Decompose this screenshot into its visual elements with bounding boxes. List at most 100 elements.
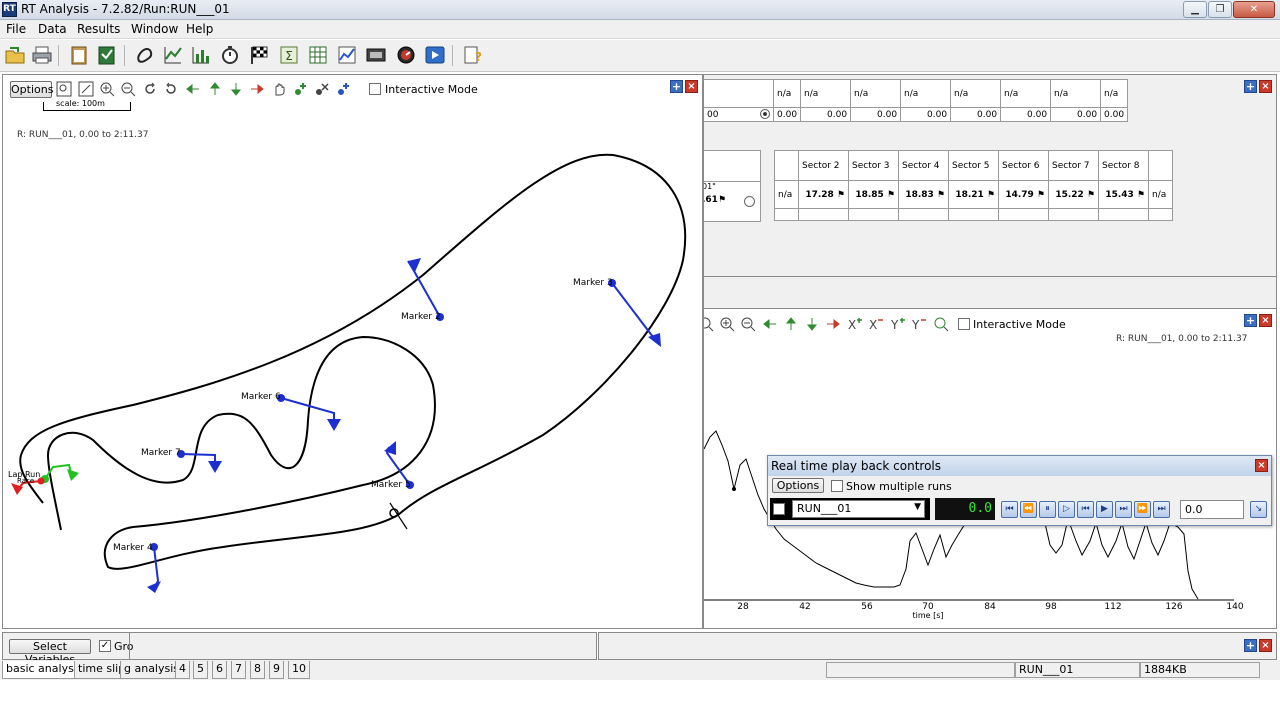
start-finish-marker[interactable]: Lap Run Race — [8, 463, 79, 495]
marker-3[interactable]: Marker 3 — [573, 278, 661, 347]
status-cell-empty — [826, 662, 1015, 678]
menu-window[interactable]: Window — [131, 22, 178, 36]
menu-file[interactable]: File — [6, 22, 26, 36]
pause-icon[interactable]: ⏸ — [1039, 501, 1056, 518]
skip-end-icon[interactable]: ⏭ — [1153, 501, 1170, 518]
best-lap-partial: .61 — [703, 195, 718, 205]
sector-radio[interactable] — [744, 196, 755, 207]
table-cell: 0.00 — [1050, 107, 1102, 122]
panel-gap — [703, 277, 1277, 308]
maximize-button[interactable]: ❐ — [1208, 1, 1232, 18]
tab-10[interactable]: 10 — [288, 661, 310, 679]
lap-radio[interactable] — [760, 109, 770, 119]
fast-forward-icon[interactable]: ⏩ — [1134, 501, 1151, 518]
help-icon[interactable]: ? — [461, 44, 483, 66]
menu-help[interactable]: Help — [186, 22, 213, 36]
sector-time: 15.22 ⚑ — [1048, 180, 1099, 209]
rewind-icon[interactable]: ⏪ — [1020, 501, 1037, 518]
toolbar-separator — [452, 45, 453, 66]
title-bar: RT RT Analysis - 7.2.82/Run:RUN___01 ▁ ❐… — [0, 0, 1280, 20]
close-dialog-icon[interactable]: × — [1255, 459, 1268, 472]
svg-text:?: ? — [475, 50, 482, 64]
toolbar-separator — [124, 45, 125, 66]
expand-icon[interactable]: + — [1244, 639, 1257, 652]
marker-6[interactable]: Marker 6 — [241, 392, 341, 431]
marker-2-label: Marker 2 — [401, 312, 441, 322]
row-first-value: 00 — [707, 109, 719, 120]
next-marker-icon[interactable]: ⏭ — [1115, 501, 1132, 518]
video-icon[interactable] — [365, 44, 387, 66]
table-cell: n/a — [800, 79, 852, 108]
step-forward-icon[interactable]: ▷ — [1058, 501, 1075, 518]
track-map-icon[interactable] — [134, 44, 156, 66]
table-cell: 00 — [704, 107, 774, 122]
run-quote: 01" — [703, 182, 716, 191]
table-cell: 0.00 — [800, 107, 852, 122]
app-icon: RT — [2, 2, 17, 17]
tab-7[interactable]: 7 — [231, 661, 246, 679]
export-icon[interactable] — [96, 44, 118, 66]
expand-icon[interactable]: + — [1244, 80, 1257, 93]
gro-label: Gro — [114, 640, 134, 653]
tab-5[interactable]: 5 — [193, 661, 208, 679]
playback-speed-input[interactable]: 0.0 — [1180, 500, 1244, 519]
sigma-icon[interactable]: Σ — [278, 44, 300, 66]
chevron-down-icon: ▼ — [914, 502, 921, 512]
window-title: RT Analysis - 7.2.82/Run:RUN___01 — [21, 2, 230, 16]
bar-graph-icon[interactable] — [190, 44, 212, 66]
x-tick-label: 126 — [1165, 602, 1182, 612]
close-panel-icon[interactable]: × — [1259, 639, 1272, 652]
minimize-button[interactable]: ▁ — [1183, 1, 1207, 18]
skip-start-icon[interactable]: ⏮ — [1001, 501, 1018, 518]
menu-data[interactable]: Data — [38, 22, 67, 36]
menu-results[interactable]: Results — [77, 22, 120, 36]
run-enable-checkbox[interactable] — [773, 503, 785, 515]
x-tick-label: 56 — [861, 602, 873, 612]
prev-marker-icon[interactable]: ⏮ — [1077, 501, 1094, 518]
run-select[interactable]: RUN___01 ▼ — [792, 500, 925, 518]
print-icon[interactable] — [31, 44, 53, 66]
open-folder-icon[interactable] — [4, 44, 26, 66]
clipboard-icon[interactable] — [68, 44, 90, 66]
stopwatch-icon[interactable] — [219, 44, 241, 66]
tab-9[interactable]: 9 — [269, 661, 284, 679]
close-panel-icon[interactable]: × — [1259, 80, 1272, 93]
table-cell: n/a — [900, 79, 952, 108]
close-button[interactable]: ✕ — [1233, 1, 1275, 18]
track-map[interactable]: Marker 2 Marker 3 Marker 6 Marker 7 Mark… — [3, 75, 702, 628]
flag-icon: ⚑ — [886, 189, 895, 200]
divider — [129, 633, 130, 659]
sector-header: Sector 2 — [798, 150, 849, 181]
playback-controls-dialog: Real time play back controls × Options S… — [767, 455, 1272, 526]
toolbar-separator — [58, 45, 59, 66]
line-graph-icon[interactable] — [162, 44, 184, 66]
graph-compare-icon[interactable] — [336, 44, 358, 66]
table-cell: n/a — [850, 79, 902, 108]
gauge-icon[interactable] — [395, 44, 417, 66]
tab-4[interactable]: 4 — [175, 661, 190, 679]
flag-icon: ⚑ — [1036, 189, 1045, 200]
table-cell: n/a — [1000, 79, 1052, 108]
x-tick-label: 98 — [1045, 602, 1057, 612]
run-select-value: RUN___01 — [797, 502, 852, 515]
table-cell: 0.00 — [950, 107, 1002, 122]
tab-8[interactable]: 8 — [250, 661, 265, 679]
play-icon[interactable]: ▶ — [1096, 501, 1113, 518]
tab-g-analysis[interactable]: g analysis — [120, 661, 184, 679]
playback-options-button[interactable]: Options — [772, 478, 824, 493]
table-icon[interactable] — [307, 44, 329, 66]
select-variables-button[interactable]: Select Variables — [9, 639, 91, 666]
play-icon[interactable] — [424, 44, 446, 66]
table-cell: 0.00 — [1100, 107, 1129, 122]
menu-bar: File Data Results Window Help — [0, 20, 1280, 39]
marker-2[interactable]: Marker 2 — [401, 258, 444, 322]
tab-6[interactable]: 6 — [212, 661, 227, 679]
x-tick-label: 84 — [984, 602, 996, 612]
sector-header: Sector 8 — [1098, 150, 1149, 181]
gro-checkbox[interactable]: ✓ — [99, 640, 111, 652]
marker-7[interactable]: Marker 7 — [141, 448, 222, 473]
show-multiple-runs-checkbox[interactable] — [831, 480, 843, 492]
lap-summary-table: n/a n/a n/a n/a n/a n/a n/a n/a 00 0.00 … — [704, 79, 1129, 122]
expand-arrow-icon[interactable]: ↘ — [1250, 501, 1267, 518]
chequered-flag-icon[interactable] — [248, 44, 270, 66]
